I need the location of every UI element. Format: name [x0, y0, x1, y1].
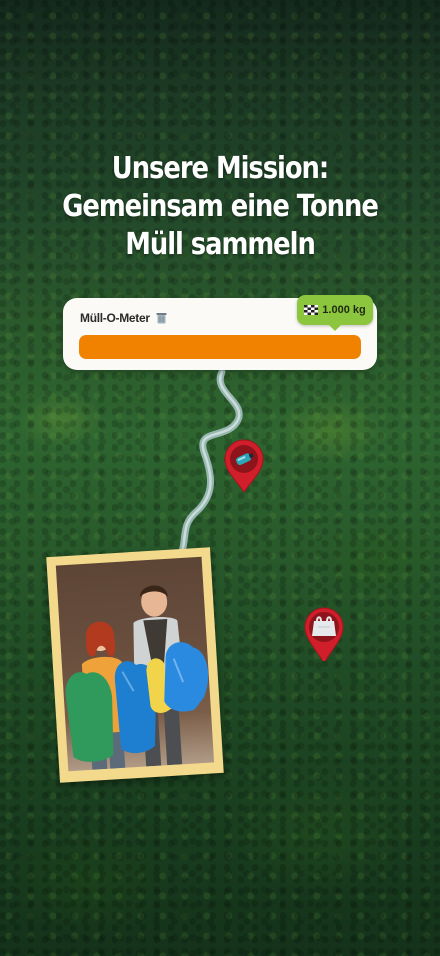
volunteer-photo: [55, 556, 215, 772]
meter-label-text: Müll-O-Meter: [80, 311, 150, 325]
progress-track: [79, 335, 361, 359]
progress-fill: [79, 335, 361, 359]
mission-title-line2: Gemeinsam eine Tonne: [62, 189, 379, 224]
goal-badge: 1.000 kg: [297, 295, 373, 331]
mission-title-line1: Unsere Mission:: [111, 151, 329, 186]
volunteers-illustration: [65, 585, 209, 770]
volunteer-photo-card: [46, 547, 224, 783]
goal-label: 1.000 kg: [322, 304, 366, 316]
checkered-flag-icon: [304, 305, 319, 315]
map-pin-bottle[interactable]: [222, 438, 266, 494]
mission-title-line3: Müll sammeln: [125, 227, 316, 262]
trash-bin-icon: [156, 313, 167, 324]
meter-label: Müll-O-Meter: [80, 311, 167, 325]
mission-title: Unsere Mission: Gemeinsam eine Tonne Mül…: [31, 150, 409, 264]
map-pin-plastic-bag[interactable]: [302, 605, 346, 661]
mission-screen: Unsere Mission: Gemeinsam eine Tonne Mül…: [0, 0, 440, 956]
river-graphic: [176, 368, 243, 560]
